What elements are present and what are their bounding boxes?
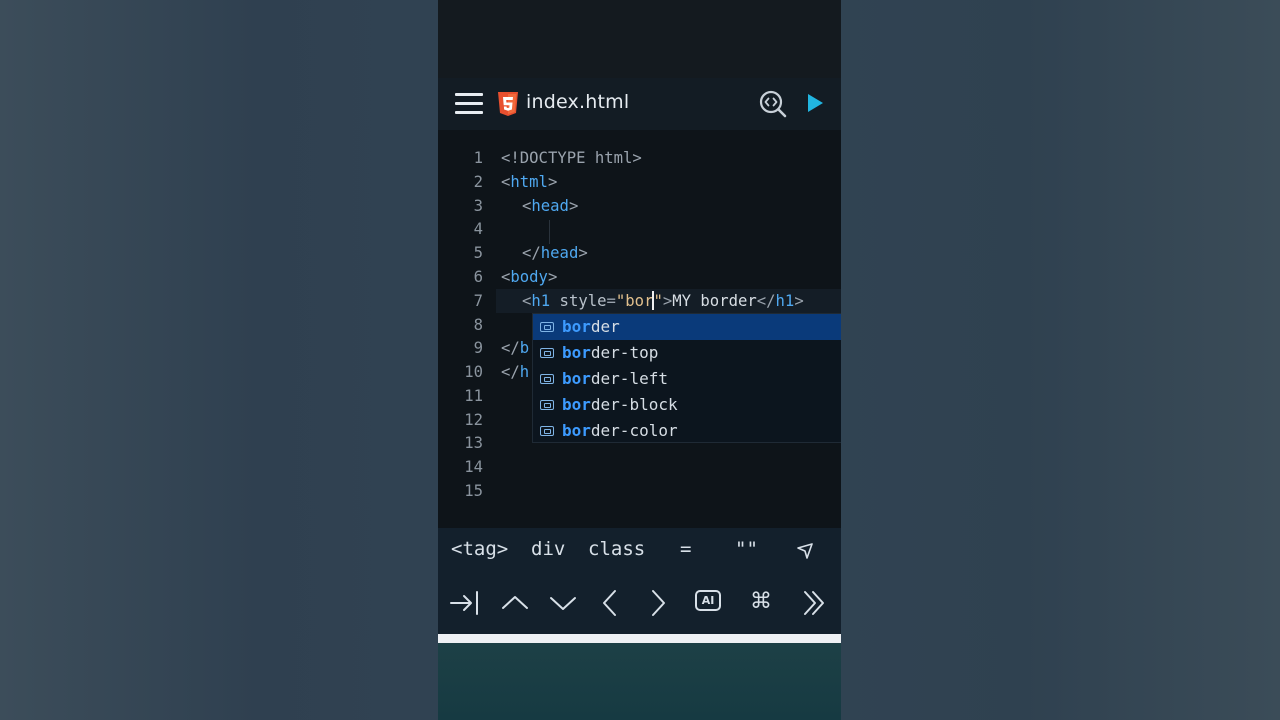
code-text: </head>: [522, 244, 588, 262]
code-line-active: 7 <h1 style="bor">MY border</h1>: [438, 289, 841, 313]
command-icon[interactable]: ⌘: [750, 589, 772, 614]
arrow-down-icon[interactable]: [547, 587, 579, 619]
bottom-divider: [438, 634, 841, 643]
property-icon: [540, 426, 554, 436]
symbol-equals[interactable]: =: [680, 538, 691, 560]
line-number: 13: [464, 434, 483, 452]
html5-icon: [498, 92, 518, 116]
suggestion-item[interactable]: border-top: [533, 340, 841, 366]
suggestion-label: border: [562, 317, 620, 336]
code-preview-icon[interactable]: [758, 89, 788, 119]
double-chevron-right-icon[interactable]: [799, 587, 831, 619]
line-number: 1: [473, 149, 483, 167]
suggestion-item[interactable]: border-block: [533, 392, 841, 418]
line-number: 5: [473, 244, 483, 262]
line-number: 12: [464, 411, 483, 429]
send-arrow-icon[interactable]: [796, 542, 814, 560]
line-number: 14: [464, 458, 483, 476]
arrow-up-icon[interactable]: [499, 587, 531, 619]
code-line: 6 <body>: [438, 265, 841, 289]
play-icon[interactable]: [805, 92, 825, 114]
code-line: 2 <html>: [438, 170, 841, 194]
suggestion-label: border-left: [562, 369, 668, 388]
property-icon: [540, 400, 554, 410]
code-text: <html>: [501, 173, 558, 191]
line-number: 11: [464, 387, 483, 405]
symbol-class[interactable]: class: [588, 538, 645, 560]
suggestion-label: border-block: [562, 395, 678, 414]
code-line: 14: [438, 455, 841, 479]
line-number: 9: [473, 339, 483, 357]
code-line: 5 </head>: [438, 241, 841, 265]
tab-icon[interactable]: [448, 587, 480, 619]
code-text: <!DOCTYPE html>: [501, 149, 642, 167]
status-area: [438, 0, 841, 78]
code-line: 3 <head>: [438, 194, 841, 218]
code-text: <head>: [522, 197, 579, 215]
code-text: </b: [501, 339, 530, 357]
suggestion-item[interactable]: border-left: [533, 366, 841, 392]
line-number: 6: [473, 268, 483, 286]
arrow-right-icon[interactable]: [642, 587, 674, 619]
property-icon: [540, 322, 554, 332]
bottom-area: [438, 643, 841, 720]
symbol-toolbar: <tag> div class = "": [438, 528, 841, 574]
code-line: 15: [438, 479, 841, 503]
app-header: index.html: [438, 78, 841, 130]
autocomplete-popup: border border-top border-left border-blo…: [532, 313, 841, 443]
code-line: 4: [438, 217, 841, 241]
file-name[interactable]: index.html: [526, 91, 629, 113]
line-number: 7: [473, 292, 483, 310]
property-icon: [540, 374, 554, 384]
ai-icon[interactable]: AI: [695, 590, 721, 611]
symbol-div[interactable]: div: [531, 538, 565, 560]
suggestion-item[interactable]: border-color: [533, 418, 841, 444]
code-text: </h: [501, 363, 530, 381]
code-text: <body>: [501, 268, 558, 286]
mobile-editor-app: index.html 1 <!DOCTYPE html> 2 <html> 3 …: [438, 0, 841, 720]
suggestion-label: border-color: [562, 421, 678, 440]
code-text: <h1 style="bor">MY border</h1>: [522, 291, 804, 310]
symbol-tag[interactable]: <tag>: [451, 538, 508, 560]
line-number: 10: [464, 363, 483, 381]
line-number: 2: [473, 173, 483, 191]
symbol-quotes[interactable]: "": [735, 538, 758, 560]
line-number: 4: [473, 220, 483, 238]
indent-guide: [549, 220, 550, 244]
line-number: 3: [473, 197, 483, 215]
code-line: 1 <!DOCTYPE html>: [438, 146, 841, 170]
arrow-left-icon[interactable]: [594, 587, 626, 619]
property-icon: [540, 348, 554, 358]
keyboard-accessory-bar: AI ⌘: [438, 574, 841, 634]
suggestion-item[interactable]: border: [533, 314, 841, 340]
suggestion-label: border-top: [562, 343, 659, 362]
hamburger-menu-icon[interactable]: [454, 91, 484, 117]
line-number: 8: [473, 316, 483, 334]
line-number: 15: [464, 482, 483, 500]
